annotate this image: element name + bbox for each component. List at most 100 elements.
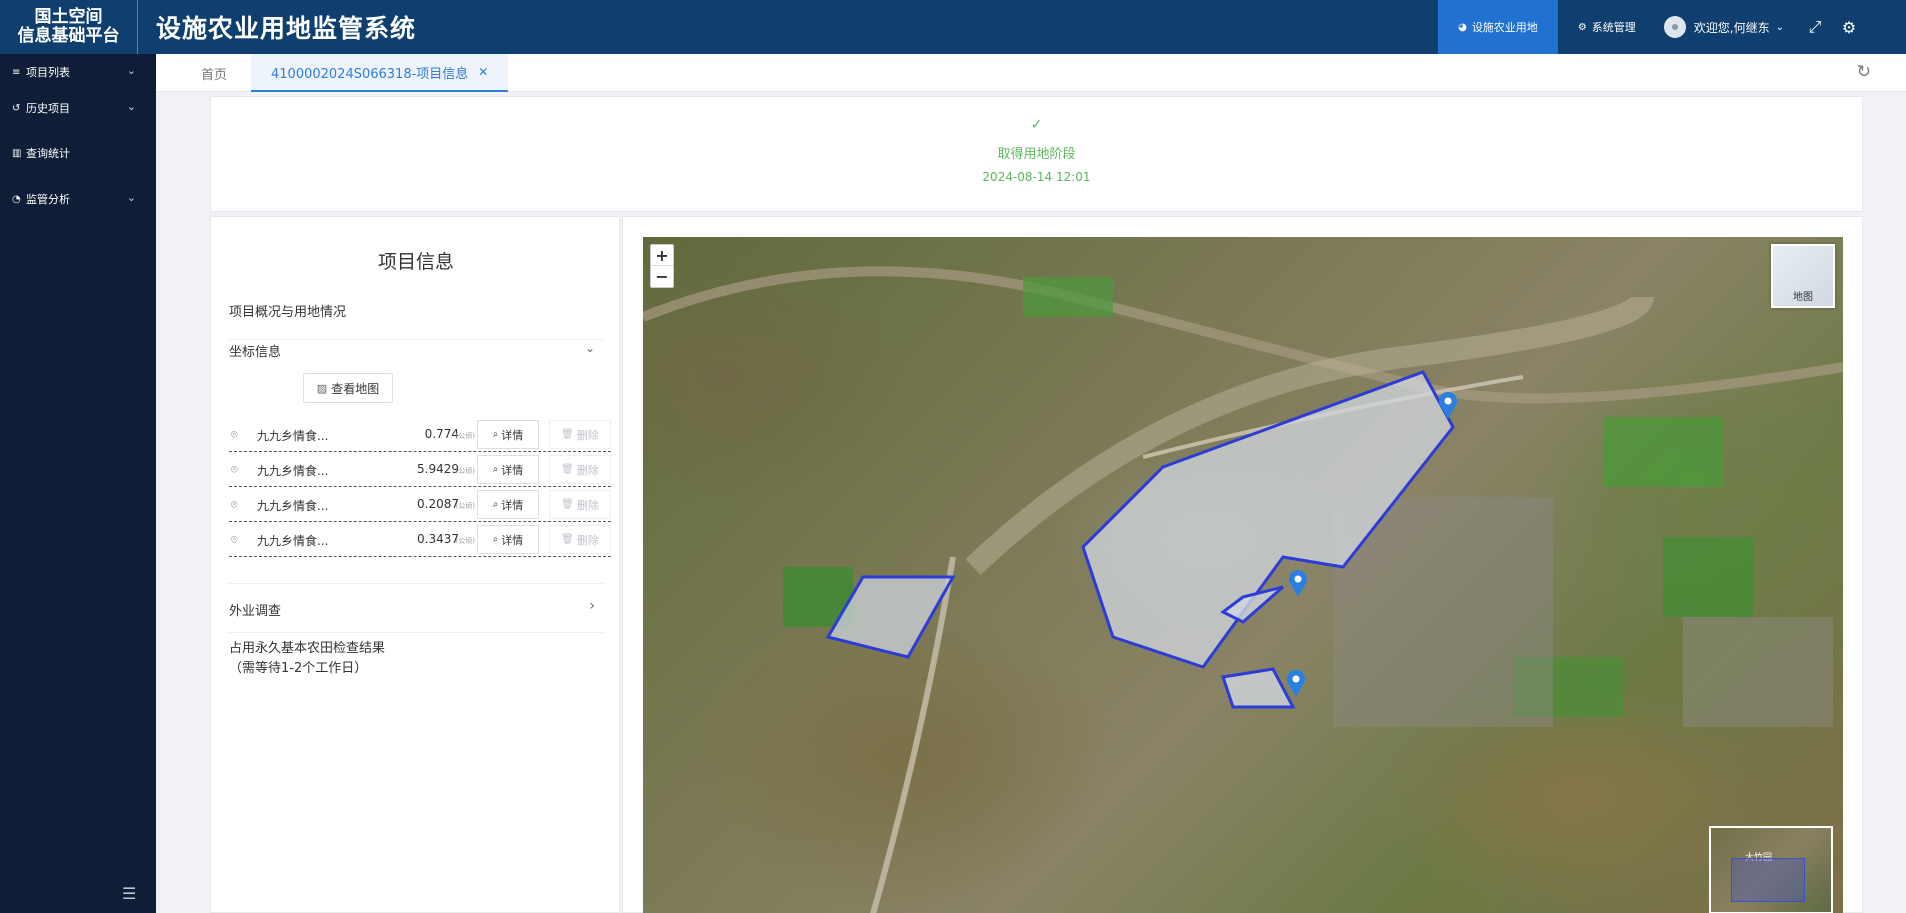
stage-time: 2024-08-14 12:01 bbox=[982, 170, 1091, 184]
overview-viewport[interactable] bbox=[1731, 858, 1805, 902]
overview-map[interactable]: 大竹园 bbox=[1709, 826, 1833, 913]
sidebar-item-project-list[interactable]: ≡ 项目列表 ⌄ bbox=[0, 54, 156, 90]
result-title: 占用永久基本农田检查结果 bbox=[229, 641, 386, 656]
sidebar-item-label: 历史项目 bbox=[26, 102, 70, 115]
tab-home[interactable]: 首页 bbox=[201, 54, 227, 92]
refresh-icon[interactable]: ↻ bbox=[1857, 62, 1871, 82]
nav-label: 设施农业用地 bbox=[1471, 21, 1538, 34]
coord-area: 0.774 bbox=[424, 427, 459, 441]
fullscreen-icon[interactable]: ⤢ bbox=[1798, 17, 1832, 37]
coord-area: 5.9429 bbox=[417, 462, 459, 476]
location-pin-icon: ⌾ bbox=[231, 533, 238, 546]
delete-label: 删除 bbox=[576, 533, 599, 547]
field-patch bbox=[1023, 277, 1113, 317]
field-patch bbox=[1663, 537, 1753, 617]
overview-section[interactable]: 项目概况与用地情况 bbox=[229, 293, 603, 340]
detail-label: 详情 bbox=[501, 463, 524, 477]
stage-card: ✓ 取得用地阶段 2024-08-14 12:01 bbox=[210, 96, 1863, 212]
user-greeting: 欢迎您,何继东 bbox=[1693, 20, 1770, 35]
close-icon[interactable]: ✕ bbox=[478, 65, 488, 79]
coordinate-row: ⌾ 九九乡情食... 0.2087 (公顷) ⌕ 详情 🗑 删除 bbox=[229, 487, 611, 522]
settings-gear-icon[interactable]: ⚙ bbox=[1832, 18, 1866, 37]
chevron-down-icon: ⌄ bbox=[126, 64, 136, 77]
search-icon: ⌕ bbox=[492, 464, 499, 475]
search-icon: ⌕ bbox=[492, 429, 499, 440]
area-unit: (公顷) bbox=[455, 502, 475, 510]
coordinate-row: ⌾ 九九乡情食... 5.9429 (公顷) ⌕ 详情 🗑 删除 bbox=[229, 452, 611, 487]
delete-label: 删除 bbox=[576, 463, 599, 477]
header-actions: ◕ 设施农业用地 ⚙ 系统管理 欢迎您,何继东 ⌄ ⤢ ⚙ bbox=[1438, 0, 1906, 54]
platform-logo[interactable]: 国土空间 信息基础平台 bbox=[0, 0, 138, 54]
coords-label: 坐标信息 bbox=[229, 345, 282, 360]
detail-button[interactable]: ⌕ 详情 bbox=[477, 455, 539, 484]
area-unit: (公顷) bbox=[455, 467, 475, 475]
tab-bar: 首页 4100002024S066318-项目信息 ✕ ↻ bbox=[156, 54, 1906, 92]
location-pin-icon: ⌾ bbox=[231, 498, 238, 511]
bar-chart-icon: ▥ bbox=[12, 147, 22, 159]
location-pin-icon: ⌾ bbox=[231, 428, 238, 441]
collapse-menu-icon[interactable]: ☰ bbox=[122, 884, 136, 903]
zoom-in-button[interactable]: + bbox=[651, 245, 673, 266]
top-header: 国土空间 信息基础平台 设施农业用地监管系统 ◕ 设施农业用地 ⚙ 系统管理 欢… bbox=[0, 0, 1906, 54]
chevron-right-icon: › bbox=[589, 598, 595, 614]
tab-label: 4100002024S066318-项目信息 bbox=[271, 66, 469, 82]
sidebar-item-label: 查询统计 bbox=[26, 147, 70, 160]
chevron-down-icon: ⌄ bbox=[584, 341, 595, 355]
tab-project-info[interactable]: 4100002024S066318-项目信息 ✕ bbox=[251, 54, 509, 92]
sidebar-item-analysis[interactable]: ◔ 监管分析 ⌄ bbox=[0, 181, 156, 217]
detail-button[interactable]: ⌕ 详情 bbox=[477, 525, 539, 554]
map-panel: + − 地图 大竹园 bbox=[622, 216, 1863, 913]
coords-section-header[interactable]: 坐标信息 ⌄ bbox=[229, 341, 603, 365]
history-icon: ↺ bbox=[12, 102, 21, 114]
zoom-control: + − bbox=[650, 244, 674, 288]
farmland-check-result: 占用永久基本农田检查结果 （需等待1-2个工作日） bbox=[229, 639, 609, 679]
village-area bbox=[1683, 617, 1833, 727]
field-survey-label: 外业调查 bbox=[229, 604, 282, 619]
nav-system-management[interactable]: ⚙ 系统管理 bbox=[1558, 0, 1656, 54]
satellite-map[interactable]: + − 地图 大竹园 bbox=[643, 237, 1843, 913]
detail-label: 详情 bbox=[501, 533, 524, 547]
area-unit: (公顷) bbox=[455, 537, 475, 545]
river-path bbox=[643, 266, 1843, 404]
coordinate-row: ⌾ 九九乡情食... 0.774 (公顷) ⌕ 详情 🗑 删除 bbox=[229, 417, 611, 452]
chevron-down-icon: ⌄ bbox=[1775, 21, 1784, 33]
field-survey-section[interactable]: 外业调查 › bbox=[229, 583, 603, 633]
trash-icon: 🗑 bbox=[561, 464, 574, 475]
view-map-button[interactable]: ▨ 查看地图 bbox=[303, 373, 393, 403]
detail-label: 详情 bbox=[501, 428, 524, 442]
coordinate-row: ⌾ 九九乡情食... 0.3437 (公顷) ⌕ 详情 🗑 删除 bbox=[229, 522, 611, 557]
delete-button[interactable]: 🗑 删除 bbox=[549, 490, 611, 519]
result-note: （需等待1-2个工作日） bbox=[229, 661, 368, 676]
map-marker-icon[interactable] bbox=[1287, 670, 1305, 697]
nav-label: 系统管理 bbox=[1591, 21, 1636, 34]
delete-button[interactable]: 🗑 删除 bbox=[549, 525, 611, 554]
detail-button[interactable]: ⌕ 详情 bbox=[477, 420, 539, 449]
gears-icon: ⚙ bbox=[1577, 21, 1587, 33]
sidebar-item-label: 监管分析 bbox=[26, 193, 70, 206]
zoom-out-button[interactable]: − bbox=[651, 266, 673, 287]
pie-icon: ◕ bbox=[1458, 21, 1467, 33]
chevron-down-icon: ⌄ bbox=[126, 100, 136, 113]
sidebar-item-statistics[interactable]: ▥ 查询统计 bbox=[0, 135, 156, 171]
coord-area: 0.2087 bbox=[417, 497, 459, 511]
delete-button[interactable]: 🗑 删除 bbox=[549, 455, 611, 484]
stage-name: 取得用地阶段 bbox=[997, 147, 1076, 162]
layer-label: 地图 bbox=[1793, 292, 1813, 303]
coord-name: 九九乡情食... bbox=[257, 534, 329, 548]
sidebar-item-history[interactable]: ↺ 历史项目 ⌄ bbox=[0, 90, 156, 126]
map-marker-icon[interactable] bbox=[1289, 570, 1307, 597]
detail-button[interactable]: ⌕ 详情 bbox=[477, 490, 539, 519]
parcel-polygon[interactable] bbox=[1221, 667, 1296, 709]
delete-label: 删除 bbox=[576, 428, 599, 442]
avatar bbox=[1663, 16, 1686, 38]
system-title: 设施农业用地监管系统 bbox=[156, 14, 417, 43]
layer-switcher[interactable]: 地图 bbox=[1771, 244, 1835, 308]
trash-icon: 🗑 bbox=[561, 499, 574, 510]
check-icon: ✓ bbox=[1030, 117, 1043, 133]
nav-facility-agriculture[interactable]: ◕ 设施农业用地 bbox=[1438, 0, 1558, 54]
image-icon: ▨ bbox=[316, 381, 328, 395]
user-menu[interactable]: 欢迎您,何继东 ⌄ bbox=[1656, 16, 1798, 38]
delete-button[interactable]: 🗑 删除 bbox=[549, 420, 611, 449]
sidebar: ≡ 项目列表 ⌄ ↺ 历史项目 ⌄ ▥ 查询统计 ◔ 监管分析 ⌄ ☰ bbox=[0, 54, 156, 913]
area-unit: (公顷) bbox=[455, 432, 475, 440]
